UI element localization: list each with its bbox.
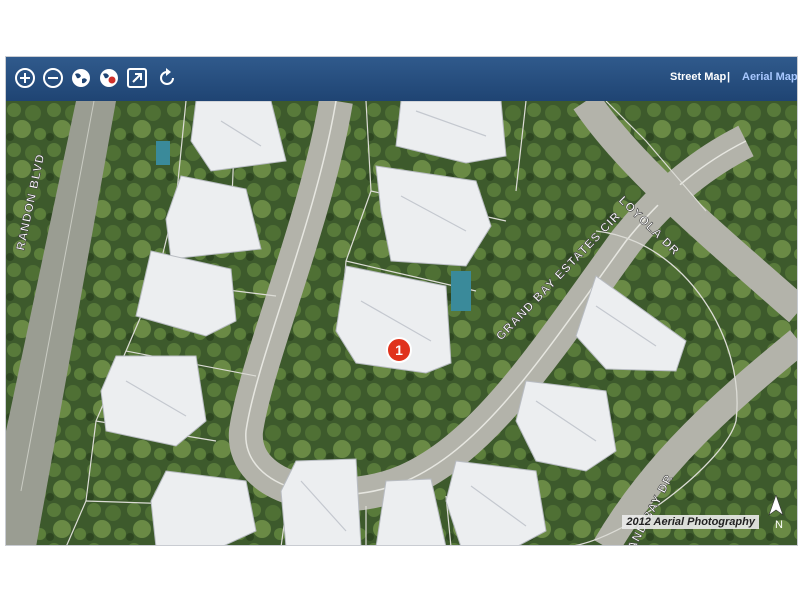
map-widget: Street Map | Aerial Map RANDON BLVD GRAN…: [5, 56, 798, 546]
aerial-imagery: RANDON BLVD GRAND BAY ESTATES CIR LOYOLA…: [6, 101, 797, 545]
street-map-link[interactable]: Street Map: [670, 71, 726, 83]
zoom-out-button[interactable]: [42, 67, 64, 89]
zoom-in-button[interactable]: [14, 67, 36, 89]
refresh-button[interactable]: [156, 67, 178, 89]
globe-button[interactable]: [70, 67, 92, 89]
globe-pin-button[interactable]: [98, 67, 120, 89]
property-marker[interactable]: 1: [386, 337, 412, 363]
globe-icon: [72, 69, 90, 87]
map-type-separator: |: [727, 71, 731, 83]
aerial-map-view[interactable]: RANDON BLVD GRAND BAY ESTATES CIR LOYOLA…: [6, 101, 797, 545]
globe-pin-icon: [100, 69, 118, 87]
zoom-out-icon: [43, 68, 63, 88]
open-external-icon: [127, 68, 147, 88]
map-toolbar: Street Map | Aerial Map: [6, 57, 797, 101]
zoom-in-icon: [15, 68, 35, 88]
refresh-icon: [160, 68, 174, 85]
open-external-button[interactable]: [126, 67, 148, 89]
aerial-map-link[interactable]: Aerial Map: [742, 71, 797, 83]
north-label: N: [775, 519, 783, 531]
imagery-credit: 2012 Aerial Photography: [622, 515, 759, 529]
